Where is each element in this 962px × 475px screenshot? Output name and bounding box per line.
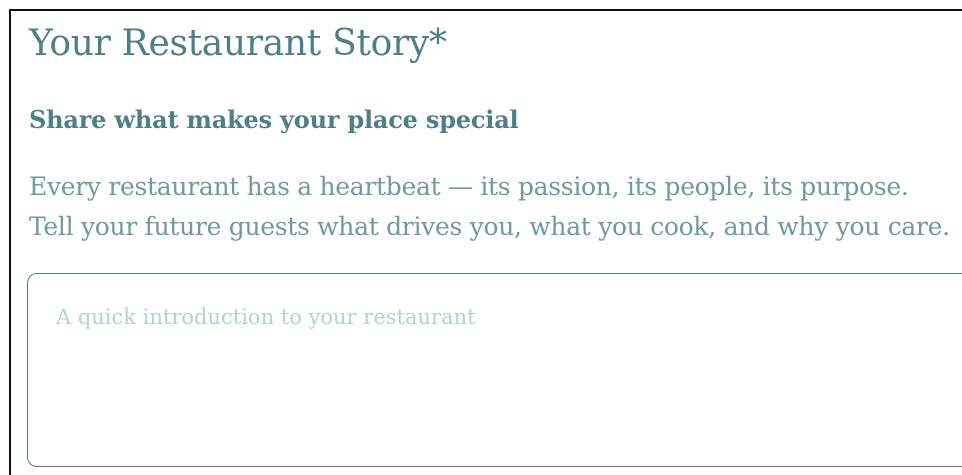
intro-field-container — [27, 273, 962, 467]
section-title: Your Restaurant Story* — [29, 23, 447, 64]
description-line-2: Tell your future guests what drives you,… — [29, 212, 950, 241]
story-section: Your Restaurant Story* Share what makes … — [9, 9, 962, 475]
section-subtitle: Share what makes your place special — [29, 105, 519, 134]
description-line-1: Every restaurant has a heartbeat — its p… — [29, 172, 909, 201]
section-description: Every restaurant has a heartbeat — its p… — [29, 167, 959, 247]
restaurant-intro-textarea[interactable] — [28, 274, 962, 466]
